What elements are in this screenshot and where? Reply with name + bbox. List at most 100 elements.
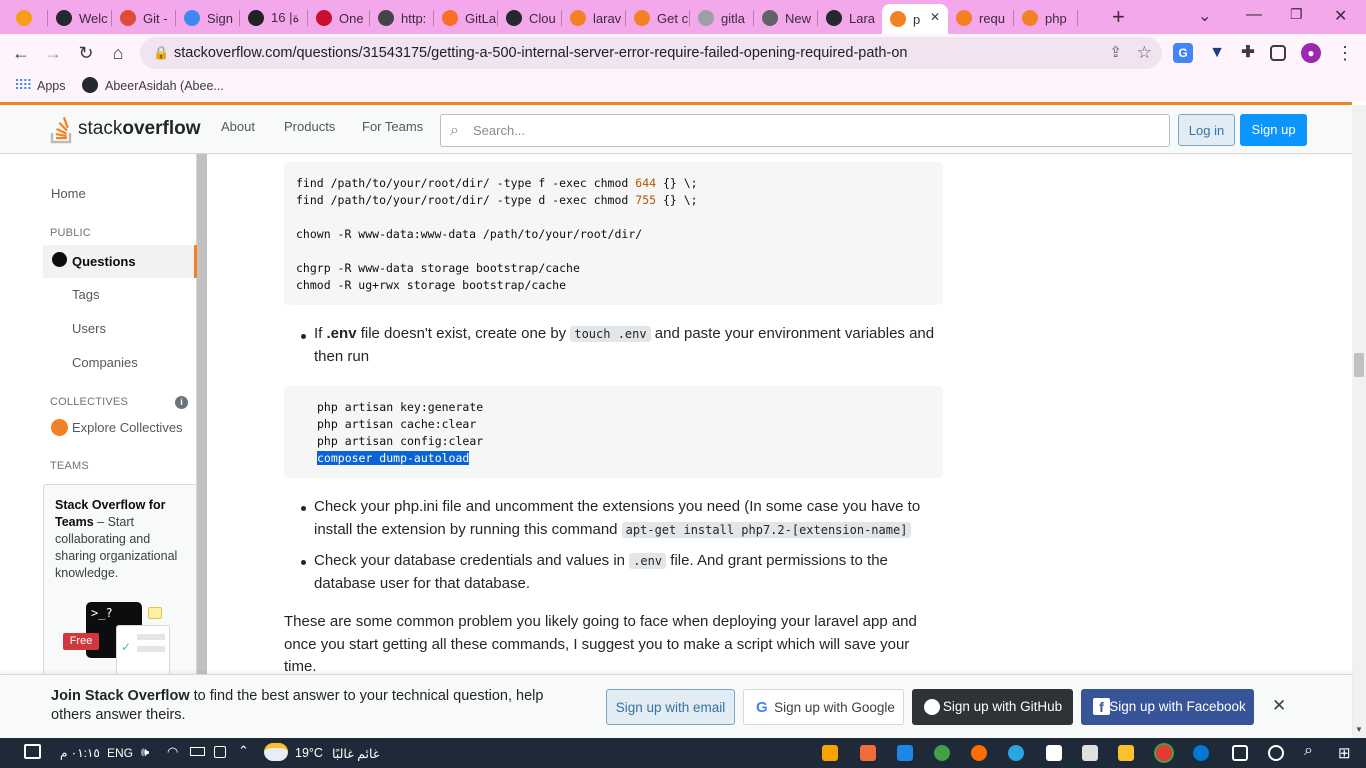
tab-3[interactable]: Sign [176,4,240,32]
tab-11[interactable]: gitla [690,4,754,32]
tab-1[interactable]: Welc [48,4,112,32]
sidebar-item-questions[interactable]: Questions [43,245,197,278]
sidebar-item-users[interactable]: Users [72,321,106,336]
xampp-icon[interactable] [860,745,876,761]
selected-code-text: composer dump-autoload [317,451,470,465]
tab-9[interactable]: larav [562,4,626,32]
vue-devtools-icon[interactable]: ▼ [1207,43,1227,63]
device-icon[interactable] [214,746,226,758]
line-decor [137,634,165,640]
address-bar[interactable]: 🔒 stackoverflow.com/questions/31543175/g… [140,37,1162,69]
close-window-icon[interactable]: ✕ [1334,6,1347,26]
restore-icon[interactable]: ❐ [1290,6,1303,23]
tab-14[interactable]: p ✕ [882,4,948,34]
vscode-icon[interactable] [897,745,913,761]
wifi-icon[interactable]: ◠ [167,744,178,760]
bookmark-star-icon[interactable]: ☆ [1137,37,1152,69]
info-icon[interactable]: i [175,396,188,409]
bookmark-apps[interactable]: Apps [37,79,66,93]
tab-4[interactable]: ة| 16 [240,4,308,32]
close-tab-icon[interactable]: ✕ [930,10,940,24]
profile-avatar[interactable]: ● [1301,43,1321,63]
mail-icon[interactable] [1046,745,1062,761]
cortana-icon[interactable] [1268,745,1284,761]
taskbar-clock[interactable]: ٠١:١٥ م [60,746,100,760]
sidebar-item-explore-collectives[interactable]: Explore Collectives [72,420,183,435]
sidebar-item-home[interactable]: Home [51,186,86,201]
git-client-icon[interactable] [934,745,950,761]
line-decor [137,646,165,652]
signup-google-button[interactable]: G Sign up with Google [743,689,904,725]
chat-bubble-icon [148,607,162,619]
tab-5[interactable]: One [308,4,370,32]
translate-icon[interactable]: G [1173,43,1193,63]
tab-search-icon[interactable]: ⌄ [1198,6,1211,26]
home-icon[interactable]: ⌂ [107,42,129,64]
nav-products[interactable]: Products [284,119,335,134]
tab-12[interactable]: New [754,4,818,32]
code-text: chmod -R ug+rwx storage bootstrap/cache [296,278,567,292]
login-button[interactable]: Log in [1178,114,1235,146]
stackoverflow-icon [1022,10,1038,26]
signup-facebook-button[interactable]: f Sign up with Facebook [1081,689,1254,725]
store-icon[interactable] [1082,745,1098,761]
tab-10[interactable]: Get c [626,4,690,32]
new-tab-button[interactable]: + [1112,4,1125,30]
signup-email-button[interactable]: Sign up with email [606,689,735,725]
tab-0[interactable] [8,4,48,32]
extensions-puzzle-icon[interactable]: ✚ [1238,43,1258,63]
back-icon[interactable]: ← [10,42,32,64]
sidebar-heading-collectives: COLLECTIVES [50,396,129,408]
notification-icon[interactable] [24,744,41,759]
taskbar-language[interactable]: ENG [107,746,133,760]
taskbar-temp[interactable]: 19°C [295,746,323,760]
text: Check your php.ini file and uncomment th… [314,498,921,515]
sidebar-item-tags[interactable]: Tags [72,287,99,302]
tab-label: GitLa [465,10,497,26]
volume-icon[interactable]: 🕪 [141,744,149,760]
chrome-icon[interactable] [1156,745,1172,761]
signup-button[interactable]: Sign up [1240,114,1307,146]
bookmark-abeer[interactable]: AbeerAsidah (Abee... [105,79,224,93]
tab-7[interactable]: GitLa [434,4,498,32]
windows-start-icon[interactable]: ⊞ [1338,744,1351,762]
tab-15[interactable]: requ [948,4,1014,32]
telegram-icon[interactable] [1008,745,1024,761]
scroll-down-arrow[interactable]: ▼ [1355,725,1363,734]
side-panel-icon[interactable] [1270,45,1286,61]
tab-6[interactable]: http: [370,4,434,32]
scrollbar-thumb[interactable] [1354,353,1364,377]
tab-16[interactable]: php [1014,4,1078,32]
tab-2[interactable]: Git - [112,4,176,32]
edge-icon[interactable] [1193,745,1209,761]
chevron-up-icon[interactable]: ⌃ [238,743,249,759]
text: file. And grant permissions to the [666,552,888,569]
code-block-artisan[interactable]: php artisan key:generate php artisan cac… [284,386,943,478]
file-explorer-icon[interactable] [1118,745,1134,761]
code-block-permissions[interactable]: find /path/to/your/root/dir/ -type f -ex… [284,162,943,305]
minimize-icon[interactable]: — [1246,6,1262,24]
search-icon[interactable]: ⌕ [1304,742,1313,760]
nav-about[interactable]: About [221,119,255,134]
code-number: 755 [635,193,657,207]
postman-icon[interactable] [971,745,987,761]
search-input[interactable]: ⌕ Search... [440,114,1170,147]
sidebar-scrollbar[interactable] [197,154,207,674]
menu-kebab-icon[interactable]: ⋮ [1334,42,1356,64]
reload-icon[interactable]: ↻ [75,42,97,64]
forward-icon[interactable]: → [42,42,64,64]
nav-for-teams[interactable]: For Teams [362,119,423,134]
signup-github-button[interactable]: Sign up with GitHub [912,689,1073,725]
taskbar-weather[interactable]: غائم غالبًا [332,746,379,761]
tab-13[interactable]: Lara [818,4,882,32]
battery-icon[interactable] [190,747,205,756]
sublime-icon[interactable] [822,745,838,761]
task-view-icon[interactable] [1232,745,1248,761]
sidebar-item-companies[interactable]: Companies [72,355,138,370]
tab-8[interactable]: Clou [498,4,562,32]
code-text: {} \; [656,176,698,190]
page-scrollbar[interactable]: ▼ [1352,105,1366,738]
stackoverflow-logo[interactable]: stack overflow [50,113,200,145]
close-banner-icon[interactable]: ✕ [1272,696,1286,716]
share-icon[interactable]: ⇪ [1109,37,1122,69]
